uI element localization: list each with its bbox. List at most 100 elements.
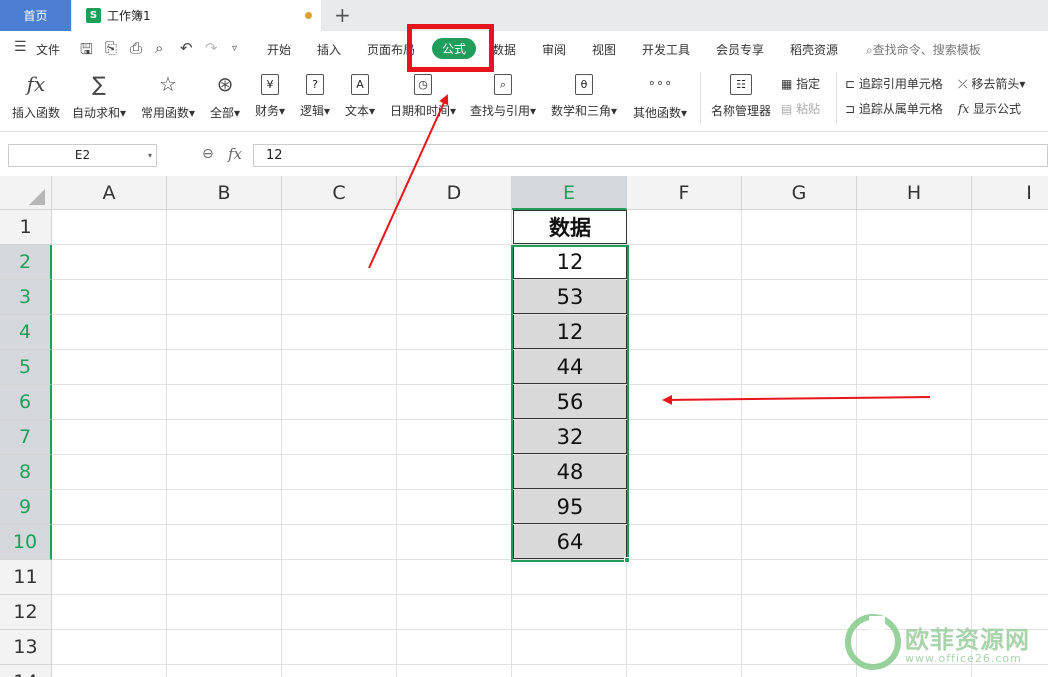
trace-dependents-button[interactable]: ⊐ 追踪从属单元格 [845, 100, 943, 117]
menu-developer[interactable]: 开发工具 [642, 41, 690, 58]
formula-fx-icon[interactable]: fx [228, 145, 242, 163]
logic-button[interactable]: ? 逻辑▾ [300, 71, 330, 119]
gridline-vertical [856, 210, 857, 677]
row-header-9[interactable]: 9 [0, 490, 52, 525]
gridline-vertical [166, 210, 167, 677]
command-search-placeholder: 查找命令、搜索模板 [872, 43, 981, 57]
column-header-B[interactable]: B [167, 176, 282, 210]
spreadsheet-grid: ABCDEFGHI 1234567891011121314 数据 1253124… [0, 176, 1048, 677]
show-formula-fx-icon: fx [958, 102, 970, 116]
yen-icon: ¥ [261, 74, 280, 95]
finance-button[interactable]: ¥ 财务▾ [255, 71, 285, 119]
menu-member[interactable]: 会员专享 [716, 41, 764, 58]
common-functions-button[interactable]: ☆ 常用函数▾ [141, 71, 195, 121]
new-tab-button[interactable]: + [334, 3, 351, 27]
gridline-vertical [741, 210, 742, 677]
cell-E1-header[interactable]: 数据 [513, 210, 627, 244]
watermark: 欧菲资源网 www.office26.com [845, 612, 1045, 672]
date-time-button[interactable]: ◷ 日期和时间▾ [390, 71, 456, 119]
select-all-corner[interactable] [0, 176, 52, 210]
row-header-8[interactable]: 8 [0, 455, 52, 490]
text-functions-button[interactable]: A 文本▾ [345, 71, 375, 119]
menu-bar: ☰ 文件 🖫 ⎘ ⎙ ⌕ ↶ ↷ ▿ 开始 插入 页面布局 公式 数据 审阅 视… [0, 31, 1048, 66]
insert-function-button[interactable]: fx 插入函数 [12, 71, 60, 121]
tab-home[interactable]: 首页 [0, 0, 71, 31]
row-header-10[interactable]: 10 [0, 525, 52, 560]
lookup-reference-button[interactable]: ⌕ 查找与引用▾ [470, 71, 536, 119]
hamburger-menu-icon[interactable]: ☰ [14, 39, 27, 55]
remove-arrows-button[interactable]: ⤫ 移去箭头▾ [958, 75, 1025, 92]
trace-precedents-button[interactable]: ⊏ 追踪引用单元格 [845, 75, 943, 92]
chevron-down-icon[interactable]: ▾ [148, 145, 152, 166]
menu-review[interactable]: 审阅 [542, 41, 566, 58]
asterisk-circle-icon: ⊛ [216, 72, 234, 96]
name-box[interactable]: E2 ▾ [8, 144, 157, 167]
customize-dropdown-icon[interactable]: ▿ [232, 43, 237, 54]
autosum-button[interactable]: ∑ 自动求和▾ [72, 71, 126, 121]
all-functions-label: 全部▾ [210, 106, 241, 120]
lookup-icon: ⌕ [494, 74, 513, 95]
export-icon[interactable]: ⎘ [105, 39, 117, 57]
column-header-E[interactable]: E [512, 176, 627, 210]
watermark-url: www.office26.com [905, 652, 1022, 665]
redo-icon[interactable]: ↷ [205, 39, 218, 57]
text-functions-label: 文本▾ [345, 104, 376, 118]
paste-name-button[interactable]: ▤ 粘贴 [781, 100, 820, 117]
row-header-7[interactable]: 7 [0, 420, 52, 455]
show-formulas-button[interactable]: fx 显示公式 [958, 100, 1021, 117]
row-header-2[interactable]: 2 [0, 245, 52, 280]
print-icon[interactable]: ⎙ [130, 39, 142, 57]
fill-handle[interactable] [624, 557, 630, 563]
column-header-D[interactable]: D [397, 176, 512, 210]
row-header-5[interactable]: 5 [0, 350, 52, 385]
column-header-C[interactable]: C [282, 176, 397, 210]
other-functions-button[interactable]: ∘∘∘ 其他函数▾ [633, 71, 687, 121]
row-header-6[interactable]: 6 [0, 385, 52, 420]
column-header-G[interactable]: G [742, 176, 857, 210]
name-box-value: E2 [74, 148, 91, 162]
row-header-11[interactable]: 11 [0, 560, 52, 595]
menu-view[interactable]: 视图 [592, 41, 616, 58]
column-header-I[interactable]: I [972, 176, 1048, 210]
tab-workbook[interactable]: S 工作簿1 [72, 0, 321, 31]
row-header-1[interactable]: 1 [0, 210, 52, 245]
trace-precedents-label: 追踪引用单元格 [858, 77, 943, 91]
autosum-label: 自动求和▾ [72, 106, 127, 120]
star-icon: ☆ [159, 72, 177, 96]
row-header-14[interactable]: 14 [0, 665, 52, 677]
menu-docer[interactable]: 稻壳资源 [790, 41, 838, 58]
finance-label: 财务▾ [255, 104, 286, 118]
name-manager-label: 名称管理器 [711, 104, 772, 118]
menu-insert[interactable]: 插入 [317, 41, 341, 58]
row-header-13[interactable]: 13 [0, 630, 52, 665]
menu-start[interactable]: 开始 [267, 41, 291, 58]
file-menu[interactable]: 文件 [36, 41, 60, 58]
column-header-H[interactable]: H [857, 176, 972, 210]
show-formulas-label: 显示公式 [973, 102, 1022, 116]
math-icon: θ [575, 74, 594, 95]
formula-input[interactable]: 12 [253, 144, 1048, 167]
menu-data[interactable]: 数据 [492, 41, 516, 58]
command-search[interactable]: ⌕查找命令、搜索模板 [866, 41, 981, 58]
paste-name-label: 粘贴 [796, 102, 821, 116]
formula-ribbon: fx 插入函数 ∑ 自动求和▾ ☆ 常用函数▾ ⊛ 全部▾ ¥ 财务▾ ? 逻辑… [0, 66, 1048, 132]
column-header-F[interactable]: F [627, 176, 742, 210]
undo-icon[interactable]: ↶ [180, 39, 193, 57]
save-icon[interactable]: 🖫 [80, 39, 93, 64]
print-preview-icon[interactable]: ⌕ [155, 39, 163, 57]
row-header-4[interactable]: 4 [0, 315, 52, 350]
assign-name-button[interactable]: ▦ 指定 [781, 75, 820, 92]
math-trig-button[interactable]: θ 数学和三角▾ [551, 71, 617, 119]
column-header-A[interactable]: A [52, 176, 167, 210]
name-manager-button[interactable]: ☷ 名称管理器 [711, 71, 771, 119]
zoom-magnifier-icon[interactable]: ⊖ [202, 146, 214, 162]
selection-range-border [511, 245, 629, 562]
row-header-3[interactable]: 3 [0, 280, 52, 315]
row-header-12[interactable]: 12 [0, 595, 52, 630]
all-functions-button[interactable]: ⊛ 全部▾ [210, 71, 240, 121]
fx-icon: fx [26, 72, 46, 96]
name-manager-icon: ☷ [730, 74, 752, 95]
search-icon: ⌕ [866, 43, 873, 57]
workbook-title: 工作簿1 [107, 9, 151, 23]
formula-bar: E2 ▾ ⊖ fx 12 [0, 132, 1048, 176]
